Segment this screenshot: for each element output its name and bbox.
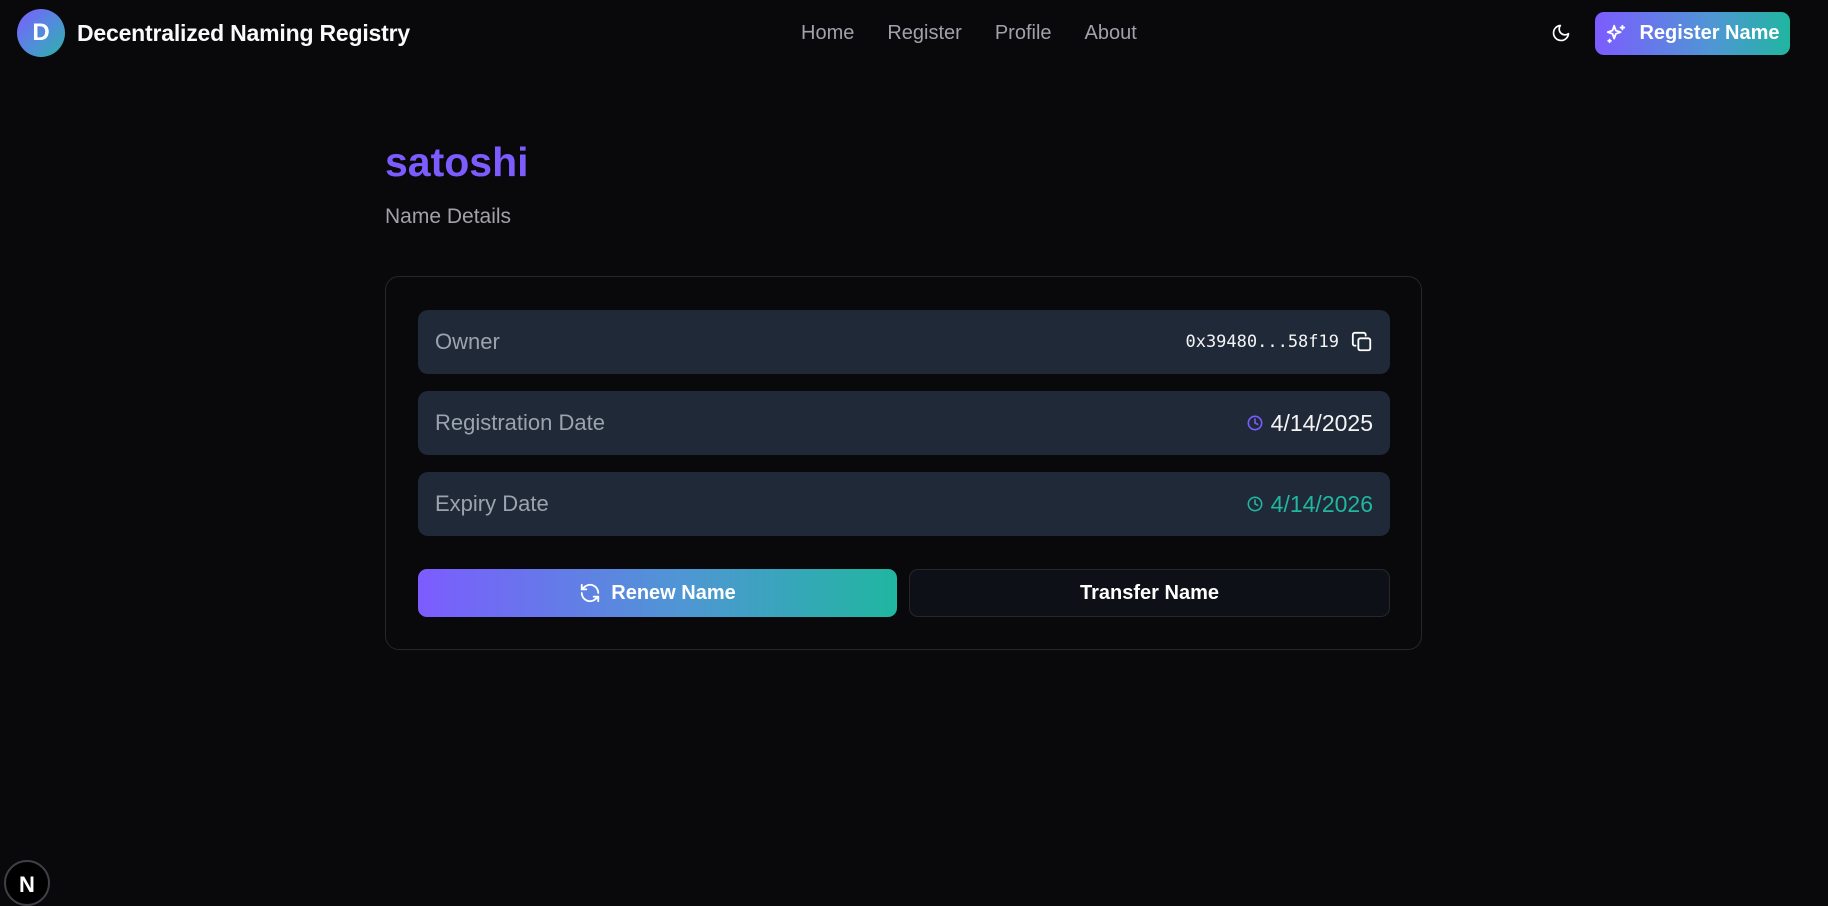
brand[interactable]: D Decentralized Naming Registry — [17, 9, 410, 57]
clock-icon — [1247, 415, 1263, 431]
owner-label: Owner — [435, 329, 500, 354]
registration-date-row: Registration Date 4/14/2025 — [418, 391, 1390, 455]
page-subtitle: Name Details — [385, 205, 512, 228]
nav-link-register[interactable]: Register — [887, 20, 961, 46]
owner-address: 0x39480...58f19 — [1185, 332, 1339, 352]
owner-value-group: 0x39480...58f19 — [1185, 331, 1373, 353]
nav-link-home[interactable]: Home — [801, 20, 854, 46]
expiry-date-row: Expiry Date 4/14/2026 — [418, 472, 1390, 536]
transfer-name-button-label: Transfer Name — [1080, 581, 1219, 604]
main-nav: Home Register Profile About — [801, 20, 1170, 46]
nav-link-profile[interactable]: Profile — [995, 20, 1052, 46]
name-details-card: Owner 0x39480...58f19 Registration Date … — [385, 276, 1422, 650]
sparkles-icon — [1607, 24, 1626, 43]
register-name-button-label: Register Name — [1639, 22, 1780, 44]
owner-row: Owner 0x39480...58f19 — [418, 310, 1390, 374]
renew-name-button[interactable]: Renew Name — [418, 569, 897, 617]
moon-icon — [1552, 24, 1570, 42]
refresh-icon — [581, 583, 600, 603]
registration-date-value-group: 4/14/2025 — [1247, 410, 1373, 437]
top-navigation-bar: D Decentralized Naming Registry Home Reg… — [0, 0, 1828, 66]
clock-icon — [1247, 496, 1263, 512]
registration-date-label: Registration Date — [435, 410, 605, 435]
copy-address-button[interactable] — [1351, 331, 1373, 353]
logo: D — [17, 9, 65, 57]
brand-name: Decentralized Naming Registry — [77, 19, 410, 46]
register-name-button[interactable]: Register Name — [1595, 12, 1790, 55]
copy-icon — [1351, 331, 1372, 352]
expiry-date-value-group: 4/14/2026 — [1247, 491, 1373, 518]
renew-name-button-label: Renew Name — [611, 581, 736, 604]
expiry-date-value: 4/14/2026 — [1270, 490, 1373, 517]
expiry-date-label: Expiry Date — [435, 491, 549, 516]
nav-link-about[interactable]: About — [1085, 20, 1137, 46]
transfer-name-button[interactable]: Transfer Name — [909, 569, 1390, 617]
theme-toggle-button[interactable] — [1544, 16, 1578, 50]
registration-date-value: 4/14/2025 — [1270, 409, 1373, 436]
page-title: satoshi — [385, 139, 529, 185]
dev-tools-badge[interactable]: N — [4, 860, 50, 906]
